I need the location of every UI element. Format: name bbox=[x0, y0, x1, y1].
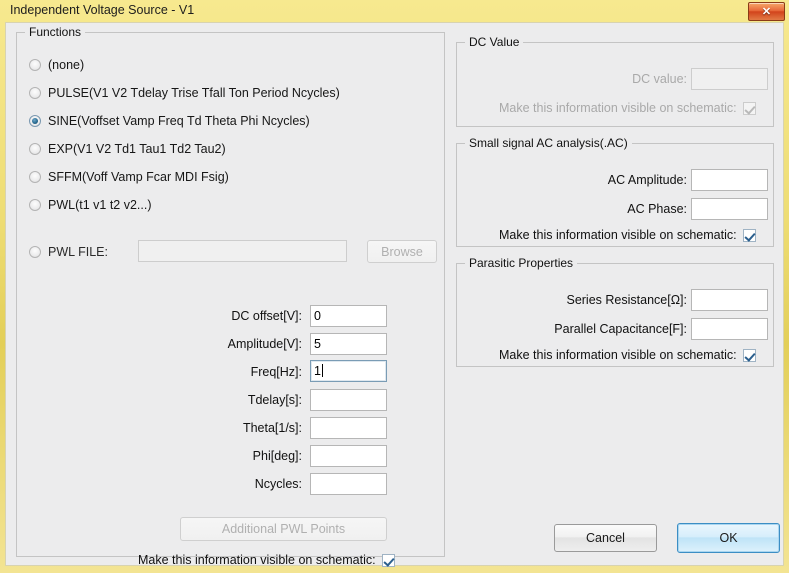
ok-button[interactable]: OK bbox=[677, 523, 780, 553]
window-title: Independent Voltage Source - V1 bbox=[10, 3, 195, 17]
ac-phase-label: AC Phase: bbox=[627, 202, 687, 216]
pwl-file-input[interactable] bbox=[138, 240, 347, 262]
param-input-theta[interactable] bbox=[310, 417, 387, 439]
radio-label: (none) bbox=[48, 58, 85, 72]
param-label-ncycles: Ncycles: bbox=[254, 477, 302, 491]
functions-visible-label: Make this information visible on schemat… bbox=[138, 553, 376, 567]
ac-phase-input[interactable] bbox=[691, 198, 768, 220]
radio-sine[interactable]: SINE(Voffset Vamp Freq Td Theta Phi Ncyc… bbox=[29, 112, 310, 130]
radio-circle-icon bbox=[29, 199, 41, 211]
functions-group: Functions (none) PULSE(V1 V2 Tdelay Tris… bbox=[16, 25, 445, 567]
parasitic-properties-group: Parasitic Properties Series Resistance[Ω… bbox=[456, 256, 774, 367]
radio-circle-icon-selected bbox=[29, 115, 41, 127]
radio-circle-icon bbox=[29, 87, 41, 99]
param-input-freq[interactable]: 1 bbox=[310, 360, 387, 382]
radio-label: EXP(V1 V2 Td1 Tau1 Td2 Tau2) bbox=[48, 142, 226, 156]
parasitic-visible-label: Make this information visible on schemat… bbox=[499, 348, 737, 362]
radio-label: SINE(Voffset Vamp Freq Td Theta Phi Ncyc… bbox=[48, 114, 310, 128]
dc-value-legend: DC Value bbox=[465, 35, 524, 49]
radio-circle-icon bbox=[29, 171, 41, 183]
series-resistance-label: Series Resistance[Ω]: bbox=[566, 293, 687, 307]
parasitic-visible-checkbox-row[interactable]: Make this information visible on schemat… bbox=[499, 348, 756, 362]
param-label-tdelay: Tdelay[s]: bbox=[247, 393, 302, 407]
ac-amplitude-label: AC Amplitude: bbox=[607, 173, 687, 187]
param-label-freq: Freq[Hz]: bbox=[250, 365, 302, 379]
parallel-capacitance-input[interactable] bbox=[691, 318, 768, 340]
text-caret bbox=[321, 364, 323, 377]
ac-amplitude-input[interactable] bbox=[691, 169, 768, 191]
functions-visible-checkbox-row[interactable]: Make this information visible on schemat… bbox=[138, 553, 395, 567]
ac-visible-label: Make this information visible on schemat… bbox=[499, 228, 737, 242]
radio-circle-icon bbox=[29, 143, 41, 155]
close-icon[interactable]: ✕ bbox=[748, 2, 785, 21]
param-label-phi: Phi[deg]: bbox=[252, 449, 302, 463]
functions-legend: Functions bbox=[25, 25, 86, 39]
ac-analysis-group: Small signal AC analysis(.AC) AC Amplitu… bbox=[456, 136, 774, 247]
ac-analysis-legend: Small signal AC analysis(.AC) bbox=[465, 136, 632, 150]
checkbox-checked-icon[interactable] bbox=[742, 228, 756, 242]
dc-value-label: DC value: bbox=[632, 72, 687, 86]
param-input-tdelay[interactable] bbox=[310, 389, 387, 411]
parallel-capacitance-label: Parallel Capacitance[F]: bbox=[554, 322, 687, 336]
dc-value-visible-label: Make this information visible on schemat… bbox=[499, 101, 737, 115]
checkbox-checked-icon[interactable] bbox=[742, 348, 756, 362]
radio-label: PWL FILE: bbox=[48, 245, 108, 259]
radio-none[interactable]: (none) bbox=[29, 56, 84, 74]
radio-label: SFFM(Voff Vamp Fcar MDI Fsig) bbox=[48, 170, 229, 184]
radio-pwl-file[interactable]: PWL FILE: bbox=[29, 243, 108, 261]
param-label-dc-offset: DC offset[V]: bbox=[231, 309, 302, 323]
radio-circle-icon bbox=[29, 59, 41, 71]
param-input-ncycles[interactable] bbox=[310, 473, 387, 495]
param-input-phi[interactable] bbox=[310, 445, 387, 467]
additional-pwl-points-button[interactable]: Additional PWL Points bbox=[180, 517, 387, 541]
param-value-freq: 1 bbox=[314, 364, 321, 378]
cancel-button[interactable]: Cancel bbox=[554, 524, 657, 552]
radio-pulse[interactable]: PULSE(V1 V2 Tdelay Trise Tfall Ton Perio… bbox=[29, 84, 340, 102]
radio-exp[interactable]: EXP(V1 V2 Td1 Tau1 Td2 Tau2) bbox=[29, 140, 226, 158]
parasitic-legend: Parasitic Properties bbox=[465, 256, 578, 270]
radio-label: PWL(t1 v1 t2 v2...) bbox=[48, 198, 152, 212]
checkbox-checked-icon[interactable] bbox=[381, 553, 395, 567]
ac-visible-checkbox-row[interactable]: Make this information visible on schemat… bbox=[499, 228, 756, 242]
checkbox-checked-icon-disabled bbox=[742, 101, 756, 115]
title-bar: Independent Voltage Source - V1 ✕ bbox=[0, 0, 789, 22]
radio-circle-icon bbox=[29, 246, 41, 258]
radio-pwl[interactable]: PWL(t1 v1 t2 v2...) bbox=[29, 196, 152, 214]
dc-value-input[interactable] bbox=[691, 68, 768, 90]
radio-label: PULSE(V1 V2 Tdelay Trise Tfall Ton Perio… bbox=[48, 86, 340, 100]
series-resistance-input[interactable] bbox=[691, 289, 768, 311]
dc-value-group: DC Value DC value: Make this information… bbox=[456, 35, 774, 127]
param-label-amplitude: Amplitude[V]: bbox=[227, 337, 302, 351]
param-input-dc-offset[interactable] bbox=[310, 305, 387, 327]
param-label-theta: Theta[1/s]: bbox=[242, 421, 302, 435]
param-input-amplitude[interactable] bbox=[310, 333, 387, 355]
radio-sffm[interactable]: SFFM(Voff Vamp Fcar MDI Fsig) bbox=[29, 168, 229, 186]
dc-value-visible-checkbox-row[interactable]: Make this information visible on schemat… bbox=[499, 101, 756, 115]
browse-button[interactable]: Browse bbox=[367, 240, 437, 263]
dialog-client-area: Functions (none) PULSE(V1 V2 Tdelay Tris… bbox=[5, 22, 784, 567]
dialog-window: Independent Voltage Source - V1 ✕ Functi… bbox=[0, 0, 789, 573]
